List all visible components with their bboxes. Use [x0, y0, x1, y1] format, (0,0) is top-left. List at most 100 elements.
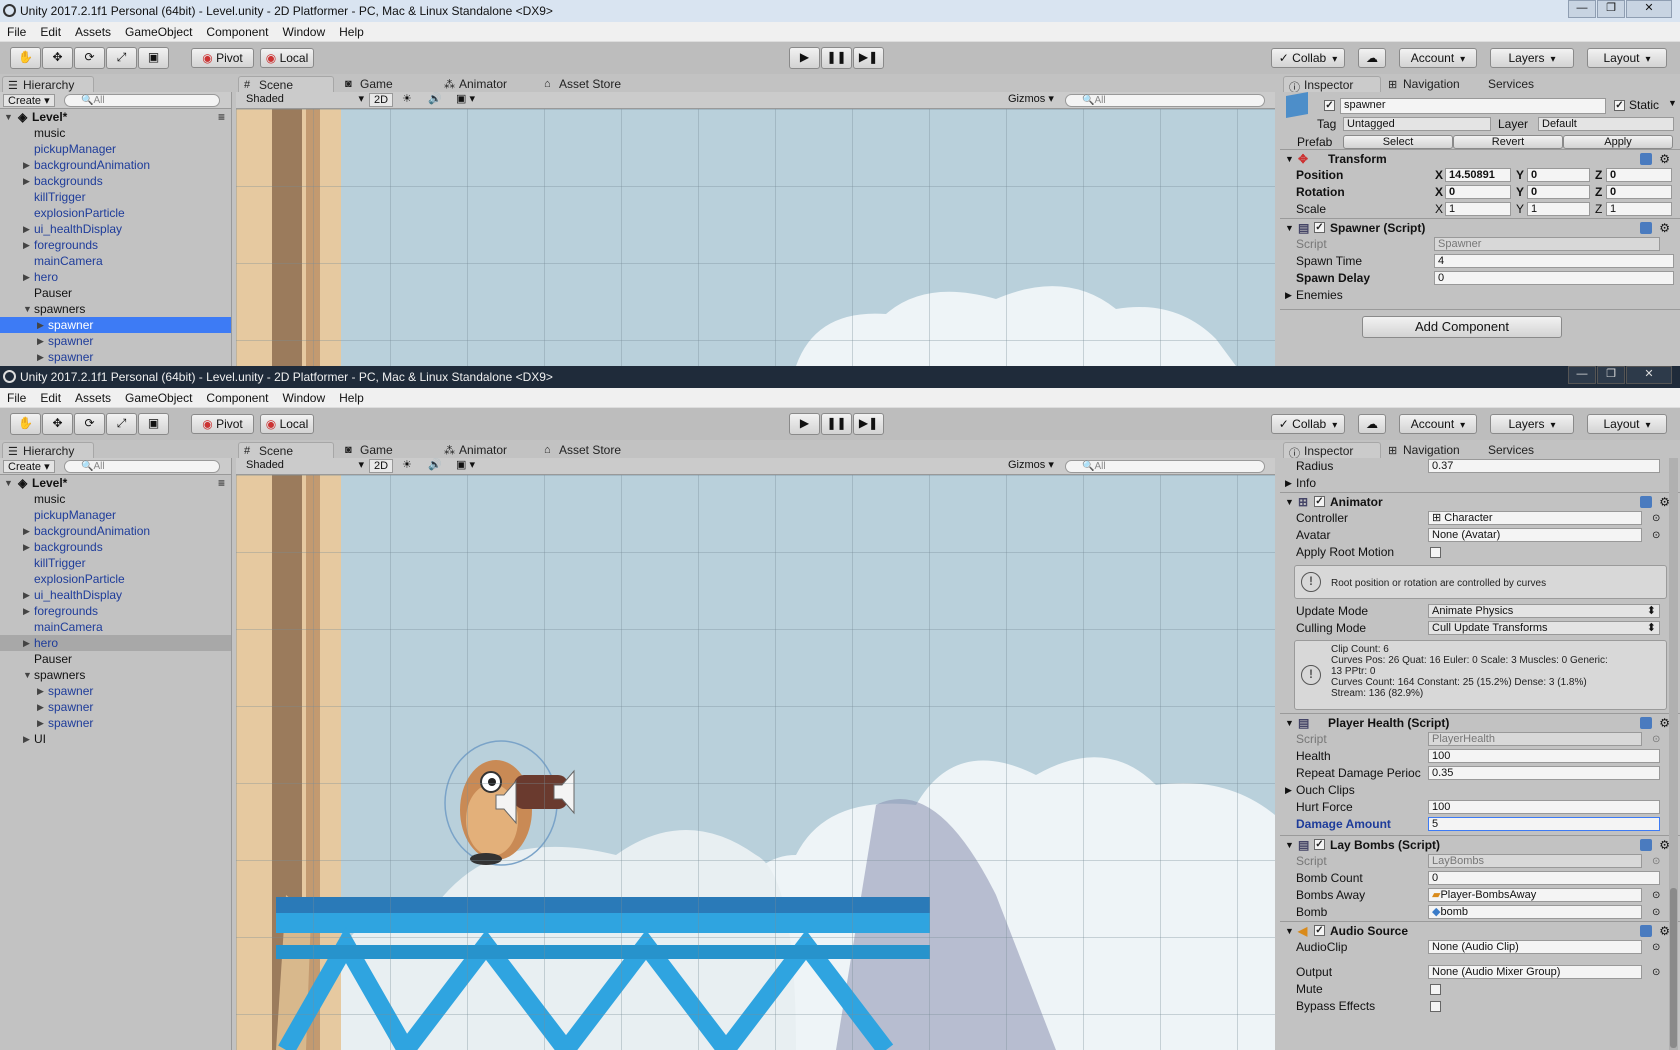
controller-field[interactable]: ⊞ Character — [1428, 511, 1642, 525]
output-field[interactable]: None (Audio Mixer Group) — [1428, 965, 1642, 979]
bomb-count-field[interactable]: 0 — [1428, 871, 1660, 885]
menu-gameobject[interactable]: GameObject — [118, 22, 199, 39]
collab-dropdown[interactable]: ✓ Collab — [1271, 48, 1345, 68]
hierarchy-item[interactable]: ▶ hero — [0, 269, 231, 285]
menu-gameobject[interactable]: GameObject — [118, 388, 199, 405]
scale-tool-icon[interactable]: ⤢ — [106, 47, 137, 69]
step-button[interactable]: ▶❚ — [853, 413, 884, 435]
tab-inspector[interactable]: ⓘ Inspector — [1283, 442, 1381, 460]
expand-down-icon[interactable]: ▼ — [23, 667, 32, 683]
layer-dropdown[interactable]: Default — [1538, 117, 1674, 131]
spawn-delay-field[interactable]: 0 — [1434, 271, 1674, 285]
move-tool-icon[interactable]: ✥ — [42, 413, 73, 435]
object-picker-icon[interactable]: ⊙ — [1652, 887, 1660, 904]
menu-edit[interactable]: Edit — [33, 388, 68, 405]
menu-file[interactable]: File — [0, 388, 33, 405]
hierarchy-item[interactable]: ▶ spawner — [0, 349, 231, 365]
spawner-header[interactable]: ▼▤Spawner (Script)⚙ — [1280, 218, 1680, 236]
hierarchy-item[interactable]: ▶ backgroundAnimation — [0, 523, 231, 539]
repeat-damage-field[interactable]: 0.35 — [1428, 766, 1660, 780]
tab-hierarchy[interactable]: ☰ Hierarchy — [2, 442, 94, 459]
lighting-icon[interactable]: ☀ — [402, 459, 412, 473]
culling-mode-dropdown[interactable]: Cull Update Transforms ⬍ — [1428, 621, 1660, 635]
scene-search-input[interactable]: 🔍All — [1065, 94, 1265, 107]
object-name-field[interactable]: spawner — [1340, 98, 1606, 114]
maximize-button[interactable]: ❐ — [1597, 0, 1625, 18]
hierarchy-item[interactable]: ▶ spawner — [0, 699, 231, 715]
expand-right-icon[interactable]: ▶ — [23, 221, 30, 237]
expand-right-icon[interactable]: ▶ — [23, 587, 30, 603]
menu-help[interactable]: Help — [332, 22, 371, 39]
local-toggle[interactable]: ◉ Local — [260, 48, 314, 68]
tab-inspector[interactable]: ⓘ Inspector — [1283, 76, 1381, 94]
hierarchy-item[interactable]: ▶ ui_healthDisplay — [0, 587, 231, 603]
hierarchy-item[interactable]: ▶ spawner — [0, 715, 231, 731]
scene-search-input[interactable]: 🔍All — [1065, 460, 1265, 473]
hierarchy-item[interactable]: killTrigger — [0, 189, 231, 205]
expand-right-icon[interactable]: ▶ — [37, 317, 44, 333]
position-y-field[interactable]: 0 — [1527, 168, 1590, 182]
menu-help[interactable]: Help — [332, 388, 371, 405]
audio-icon[interactable]: 🔊 — [428, 459, 442, 473]
tab-game[interactable]: ◙ Game — [340, 76, 399, 93]
damage-amount-field[interactable]: 5 — [1428, 817, 1660, 831]
menu-file[interactable]: File — [0, 22, 33, 39]
spawn-time-field[interactable]: 4 — [1434, 254, 1674, 268]
audioclip-field[interactable]: None (Audio Clip) — [1428, 940, 1642, 954]
layout-dropdown[interactable]: Layout — [1587, 414, 1667, 434]
object-picker-icon[interactable]: ⊙ — [1652, 731, 1660, 748]
tab-asset-store[interactable]: ⌂ Asset Store — [539, 76, 627, 93]
rect-tool-icon[interactable]: ▣ — [138, 47, 169, 69]
hierarchy-item[interactable]: explosionParticle — [0, 205, 231, 221]
animator-enabled-checkbox[interactable] — [1314, 496, 1325, 507]
hierarchy-item[interactable]: Pauser — [0, 285, 231, 301]
hierarchy-item[interactable]: ▶ spawner — [0, 317, 231, 333]
close-button[interactable]: ✕ — [1626, 0, 1672, 18]
tag-dropdown[interactable]: Untagged — [1343, 117, 1491, 131]
expand-right-icon[interactable]: ▶ — [23, 539, 30, 555]
hierarchy-item[interactable]: ▼ spawners — [0, 301, 231, 317]
audio-icon[interactable]: 🔊 — [428, 93, 442, 107]
info-row[interactable]: ▶ Info — [1280, 475, 1680, 492]
hierarchy-item[interactable]: ▶ foregrounds — [0, 603, 231, 619]
menu-edit[interactable]: Edit — [33, 22, 68, 39]
expand-right-icon[interactable]: ▶ — [23, 523, 30, 539]
audio-source-enabled-checkbox[interactable] — [1314, 925, 1325, 936]
hierarchy-item[interactable]: killTrigger — [0, 555, 231, 571]
mute-checkbox[interactable] — [1430, 984, 1441, 995]
hierarchy-item[interactable]: music — [0, 491, 231, 507]
menu-window[interactable]: Window — [275, 22, 332, 39]
cloud-icon[interactable]: ☁ — [1358, 414, 1386, 434]
hierarchy-item[interactable]: ▶ ui_healthDisplay — [0, 221, 231, 237]
menu-assets[interactable]: Assets — [68, 388, 118, 405]
hierarchy-item[interactable]: ▶ backgroundAnimation — [0, 157, 231, 173]
menu-assets[interactable]: Assets — [68, 22, 118, 39]
prefab-revert-button[interactable]: Revert — [1453, 135, 1563, 149]
step-button[interactable]: ▶❚ — [853, 47, 884, 69]
expand-right-icon[interactable]: ▶ — [23, 173, 30, 189]
help-icon[interactable] — [1640, 839, 1652, 851]
object-picker-icon[interactable]: ⊙ — [1652, 904, 1660, 921]
local-toggle[interactable]: ◉ Local — [260, 414, 314, 434]
gizmos-dropdown[interactable]: Gizmos ▾ — [1008, 93, 1054, 107]
hierarchy-search-input[interactable]: 🔍All — [64, 460, 220, 473]
hierarchy-item[interactable]: ▶ backgrounds — [0, 173, 231, 189]
help-icon[interactable] — [1640, 222, 1652, 234]
tab-services[interactable]: Services — [1480, 442, 1540, 459]
rotate-tool-icon[interactable]: ⟳ — [74, 47, 105, 69]
hierarchy-item[interactable]: ▼ spawners — [0, 667, 231, 683]
inspector-scrollbar[interactable] — [1669, 458, 1678, 1050]
spawner-enabled-checkbox[interactable] — [1314, 222, 1325, 233]
pause-button[interactable]: ❚❚ — [821, 413, 852, 435]
expand-right-icon[interactable]: ▶ — [23, 731, 30, 747]
expand-down-icon[interactable]: ▼ — [23, 301, 32, 317]
static-checkbox[interactable] — [1614, 100, 1625, 111]
hierarchy-item[interactable]: mainCamera — [0, 253, 231, 269]
add-component-button[interactable]: Add Component — [1362, 316, 1562, 338]
hierarchy-item[interactable]: pickupManager — [0, 141, 231, 157]
scene-root[interactable]: ▼ ◈ Level* ≡ — [0, 475, 231, 491]
effects-icon[interactable]: ▣ ▾ — [456, 459, 475, 473]
hierarchy-item[interactable]: pickupManager — [0, 507, 231, 523]
cloud-icon[interactable]: ☁ — [1358, 48, 1386, 68]
rect-tool-icon[interactable]: ▣ — [138, 413, 169, 435]
